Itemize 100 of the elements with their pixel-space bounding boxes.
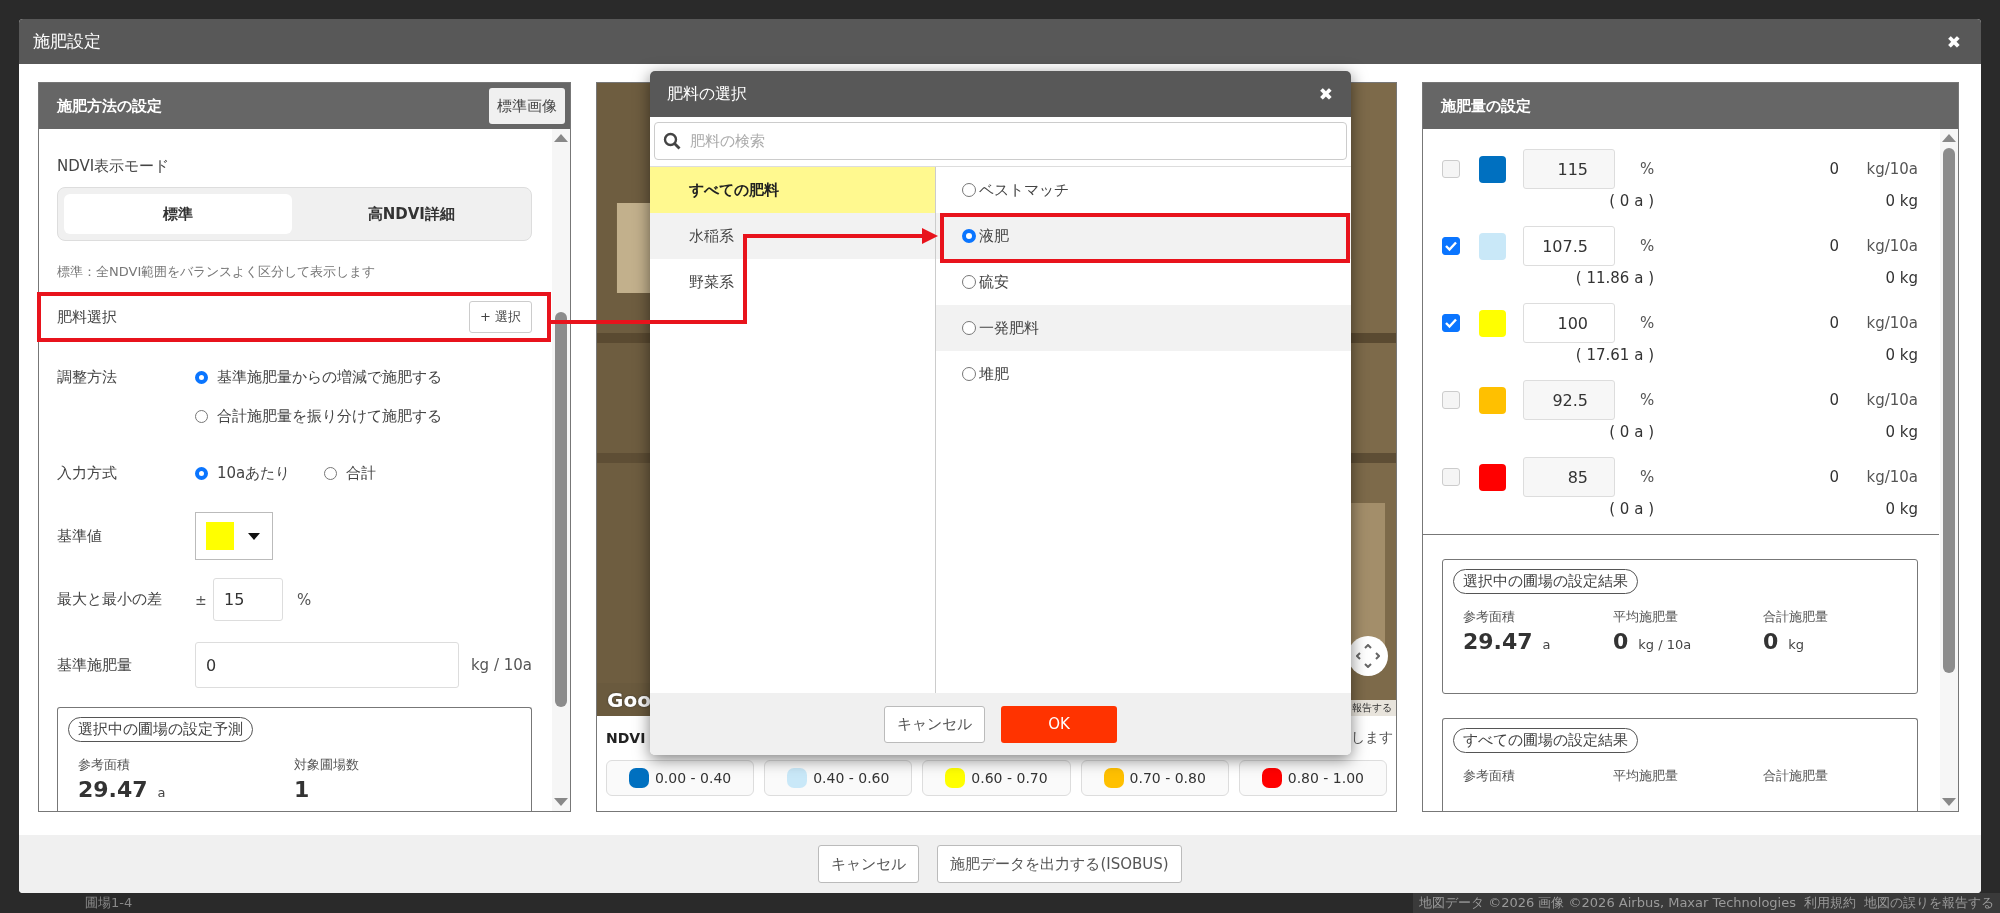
radio-option[interactable]: 合計 [324,460,377,486]
search-field[interactable]: 肥料の検索 [654,122,1347,160]
export-button[interactable]: 施肥データを出力する(ISOBUS) [937,845,1182,883]
radio-option[interactable]: 基準施肥量からの増減で施肥する [195,364,442,390]
footer-text: 利用規約 [1804,894,1856,912]
field-label: 基準値 [57,526,103,546]
fertilizer-option[interactable]: 硫安 [936,259,1351,305]
window-title: 施肥設定 [33,30,101,53]
field-label: 調整方法 [57,367,118,388]
area-value: ( 11.86 a ) [1575,269,1655,287]
stat-unit: kg [1788,637,1805,652]
field-label: 最大と最小の差 [57,590,163,609]
area-value: ( 0 a ) [1609,500,1655,518]
range-label: 0.60 - 0.70 [971,770,1048,786]
fertilizer-option[interactable]: 液肥 [936,213,1351,259]
cancel-button[interactable]: キャンセル [818,845,920,883]
footer-text: 地図の誤りを報告する [1864,894,1994,912]
area-value: ( 17.61 a ) [1575,346,1655,364]
report-link[interactable]: 報告する [1348,700,1396,716]
ok-button[interactable]: OK [1001,705,1117,743]
field-label: 基準施肥量 [57,655,133,675]
radio-button[interactable] [195,466,208,480]
scroll-up-icon[interactable] [554,134,568,142]
stat-value: 0 [1763,629,1779,654]
checkbox[interactable] [1442,314,1460,332]
area-value: ( 0 a ) [1609,192,1655,210]
radio-button[interactable] [962,183,976,197]
fertilizer-option[interactable]: ベストマッチ [936,167,1351,213]
unit-label: % [1639,237,1656,255]
range-label: 0.00 - 0.40 [654,770,732,786]
category-item[interactable]: 野菜系 [650,259,935,305]
unit-label: kg/10a [1866,314,1918,332]
move-icon [1356,644,1380,668]
checkbox[interactable] [1442,391,1460,409]
unit-label: % [1639,391,1656,409]
standard-image-button[interactable]: 標準画像 [489,88,565,124]
field-label: NDVI表示モード [57,156,171,177]
scrollbar[interactable] [1940,129,1958,811]
radio-button[interactable] [962,321,976,335]
radio-button[interactable] [962,229,976,243]
close-button[interactable]: ✖ [1946,31,1961,52]
stat-label: 合計施肥量 [1763,767,1829,785]
stat-unit: kg / 10a [1638,637,1692,652]
scroll-down-icon[interactable] [1942,798,1956,806]
mode-tab[interactable]: 標準 [64,194,292,234]
map-logo: Goo [607,688,651,712]
legend-note: します [1351,729,1393,747]
radio-button[interactable] [324,466,338,480]
range-label: 0.80 - 1.00 [1287,770,1365,786]
radio-option[interactable]: 10aあたり [195,460,291,486]
total-value: 0 kg [1885,192,1918,210]
category-item[interactable]: すべての肥料 [650,167,935,213]
field-label: 入力方式 [57,463,118,483]
mode-tab[interactable]: 高NDVI詳細 [297,194,525,234]
stat-unit: a [157,785,166,800]
total-value: 0 kg [1885,346,1918,364]
mode-note: 標準：全NDVI範囲をバランスよく区分して表示します [57,263,377,281]
difference-input[interactable]: 15 [213,578,283,621]
range-label: 0.70 - 0.80 [1129,770,1206,786]
total-value: 0 kg [1885,423,1918,441]
unit-label: kg / 10a [470,656,532,674]
select-button[interactable]: + 選択 [468,301,532,333]
unit-label: % [1639,468,1656,486]
scroll-down-icon[interactable] [554,798,568,806]
range-label: 0.40 - 0.60 [813,770,890,786]
stat-label: 対象圃場数 [294,756,360,774]
rate-value: 0 [1829,391,1839,409]
radio-button[interactable] [962,367,976,381]
stat-value: 29.47 [78,777,148,802]
percent-input[interactable]: 100 [1523,303,1615,343]
checkbox[interactable] [1442,237,1460,255]
footer-text: 地図データ ©2026 画像 ©2026 Airbus, Maxar Technologies [1419,894,1796,912]
base-amount-input[interactable]: 0 [195,642,459,688]
radio-button[interactable] [962,275,976,289]
close-button[interactable]: ✖ [1318,84,1333,104]
checkbox[interactable] [1442,468,1460,486]
radio-button[interactable] [195,409,208,423]
fertilizer-option[interactable]: 一発肥料 [936,305,1351,351]
scroll-up-icon[interactable] [1942,134,1956,142]
percent-input[interactable]: 115 [1523,149,1615,189]
checkbox[interactable] [1442,160,1460,178]
cancel-button[interactable]: キャンセル [884,705,985,743]
stat-value: 0 [1613,629,1629,654]
panel-title: 施肥量の設定 [1441,96,1531,116]
fertilizer-option[interactable]: 堆肥 [936,351,1351,397]
category-item[interactable]: 水稲系 [650,213,935,259]
radio-option[interactable]: 合計施肥量を振り分けて施肥する [195,403,442,429]
percent-input[interactable]: 92.5 [1523,380,1615,420]
field-label: 肥料選択 [57,307,117,327]
color-dropdown[interactable] [195,512,273,560]
stat-label: 平均施肥量 [1613,767,1679,785]
percent-input[interactable]: 107.5 [1523,226,1615,266]
stat-label: 参考面積 [1463,767,1516,785]
radio-button[interactable] [195,370,208,384]
stat-unit: a [1542,637,1551,652]
percent-input[interactable]: 85 [1523,457,1615,497]
stat-label: 参考面積 [1463,608,1516,626]
scrollbar[interactable] [552,129,570,811]
rate-value: 0 [1829,160,1839,178]
total-value: 0 kg [1885,269,1918,287]
